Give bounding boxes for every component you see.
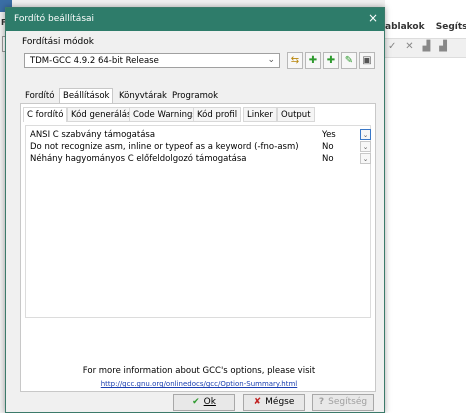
- menu-item-ablakok[interactable]: ablakok: [385, 22, 425, 32]
- add-new-mode-button[interactable]: ✚: [323, 52, 339, 69]
- check-icon[interactable]: ✓: [388, 41, 396, 52]
- help-icon: ?: [318, 397, 325, 407]
- ok-button[interactable]: ✔ Ok: [173, 394, 235, 411]
- compiler-mode-value: TDM-GCC 4.9.2 64-bit Release: [30, 56, 159, 66]
- tab-konyvtarak[interactable]: Könyvtárak: [116, 89, 170, 103]
- add-mode-button[interactable]: ✚: [305, 52, 321, 69]
- chevron-down-icon[interactable]: ⌄: [360, 141, 371, 152]
- option-row: Néhány hagyományos C előfeldolgozó támog…: [26, 153, 371, 165]
- option-label: ANSI C szabvány támogatása: [30, 130, 156, 140]
- tab-programok[interactable]: Programok: [169, 89, 221, 103]
- gcc-options-link[interactable]: http://gcc.gnu.org/onlinedocs/gcc/Option…: [21, 380, 377, 388]
- dialog-titlebar: Fordító beállításai ×: [6, 8, 384, 31]
- ok-label: Ok: [203, 397, 216, 407]
- option-value[interactable]: No: [322, 153, 334, 165]
- background-toolbar: ✓ ✕ ▟ ▟: [385, 38, 466, 58]
- tab-fordito[interactable]: Fordító: [22, 89, 57, 103]
- add-new-mode-icon: ✚: [326, 55, 336, 66]
- chevron-down-icon: ⌄: [267, 55, 275, 65]
- options-grid: ANSI C szabvány támogatása Yes ⌄ Do not …: [25, 125, 371, 318]
- option-row: Do not recognize asm, inline or typeof a…: [26, 141, 371, 153]
- chevron-down-icon[interactable]: ⌄: [360, 129, 371, 140]
- option-label: Do not recognize asm, inline or typeof a…: [30, 142, 299, 152]
- close-button[interactable]: ×: [368, 11, 378, 25]
- check-icon: ✔: [192, 397, 200, 407]
- cancel-button[interactable]: ✘ Mégse: [243, 394, 305, 411]
- option-label: Néhány hagyományos C előfeldolgozó támog…: [30, 154, 247, 164]
- bars-icon[interactable]: ▟: [423, 41, 431, 52]
- dialog-title: Fordító beállításai: [14, 14, 95, 24]
- subtab-code-profile[interactable]: Kód profil: [193, 107, 242, 122]
- subtab-c-compiler[interactable]: C fordító: [23, 107, 68, 122]
- background-menu-bar: ablakok Segítség: [385, 22, 466, 32]
- delete-mode-button[interactable]: ▣: [359, 52, 375, 69]
- compiler-settings-dialog: Fordító beállításai × Fordítási módok TD…: [5, 7, 385, 413]
- settings-panel: C fordító Kód generálás Code Warnings Kó…: [20, 103, 376, 392]
- subtab-code-warnings[interactable]: Code Warnings: [129, 107, 201, 122]
- rename-mode-button[interactable]: ⇆: [287, 52, 303, 69]
- bars-icon[interactable]: ▟: [439, 41, 447, 52]
- tab-beallitasok[interactable]: Beállítások: [59, 88, 114, 104]
- add-mode-icon: ✚: [308, 55, 318, 66]
- background-editor-area: [385, 0, 466, 413]
- compiler-modes-label: Fordítási módok: [22, 37, 94, 47]
- edit-mode-button[interactable]: ✎: [341, 52, 357, 69]
- option-value[interactable]: Yes: [322, 129, 336, 141]
- rename-mode-icon: ⇆: [290, 55, 300, 66]
- menu-item-segitseg[interactable]: Segítség: [436, 22, 466, 32]
- chevron-down-icon[interactable]: ⌄: [360, 153, 371, 164]
- cancel-label: Mégse: [265, 397, 295, 407]
- option-row: ANSI C szabvány támogatása Yes ⌄: [26, 129, 371, 141]
- help-label: Segítség: [328, 397, 368, 407]
- info-text: For more information about GCC's options…: [82, 366, 316, 376]
- option-value[interactable]: No: [322, 141, 334, 153]
- subtab-code-generation[interactable]: Kód generálás: [67, 107, 136, 122]
- subtab-linker[interactable]: Linker: [243, 107, 277, 122]
- edit-mode-icon: ✎: [344, 55, 354, 66]
- compiler-mode-select[interactable]: TDM-GCC 4.9.2 64-bit Release ⌄: [24, 53, 280, 68]
- subtab-output[interactable]: Output: [277, 107, 315, 122]
- help-button[interactable]: ? Segítség: [312, 394, 374, 411]
- close-icon[interactable]: ✕: [405, 41, 413, 52]
- delete-mode-icon: ▣: [362, 55, 372, 66]
- close-icon: ✘: [253, 397, 262, 407]
